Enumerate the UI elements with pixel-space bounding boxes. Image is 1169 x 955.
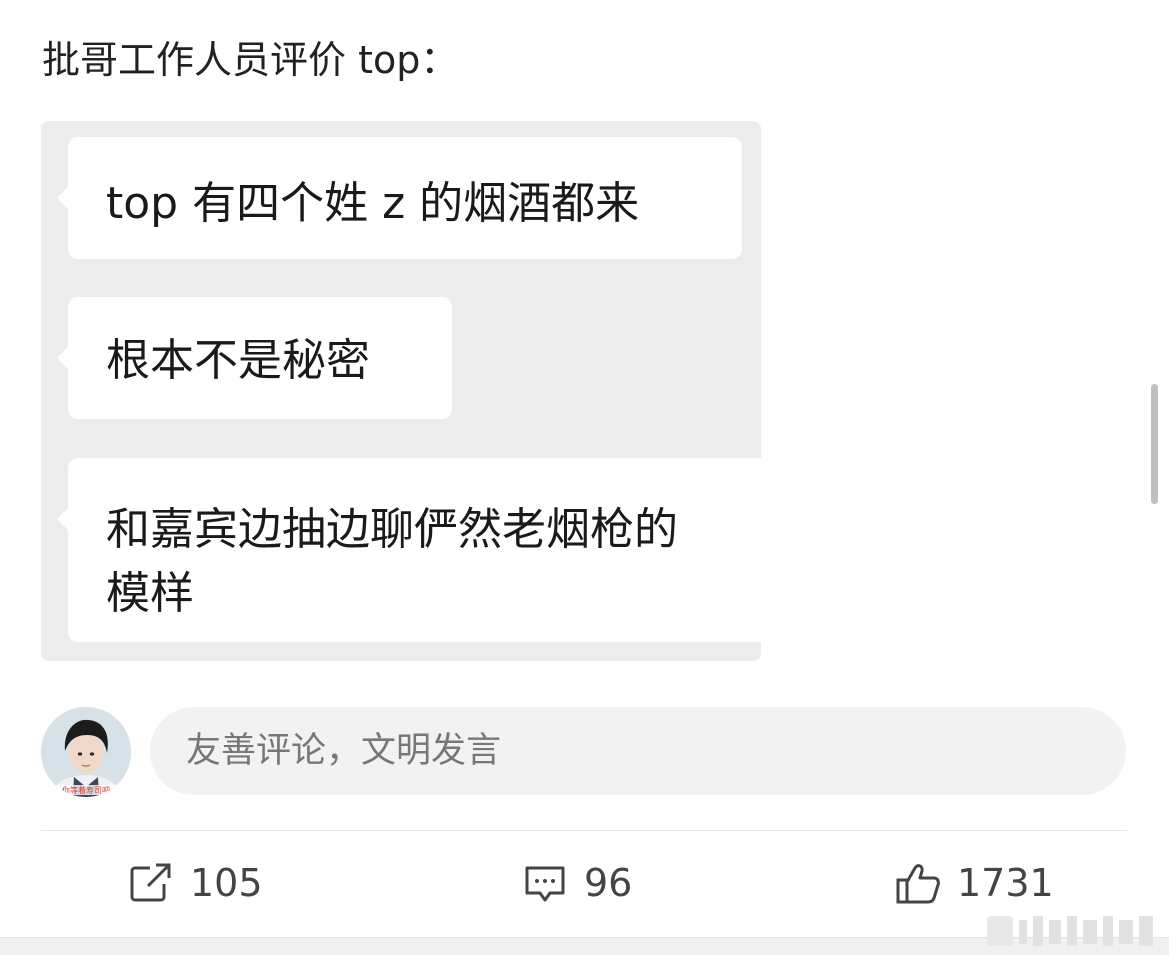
chat-bubble: 和嘉宾边抽边聊俨然老烟枪的 模样 [57,458,761,642]
avatar-caption: 你等着寿司吧 [62,785,110,795]
chat-message-text: top 有四个姓 z 的烟酒都来 [106,178,640,229]
chat-message-line: 和嘉宾边抽边聊俨然老烟枪的 [106,504,678,555]
chat-screenshot-image[interactable]: top 有四个姓 z 的烟酒都来 根本不是秘密 和嘉宾边抽边聊俨然老烟枪的 模样 [41,121,761,661]
comment-icon [522,860,568,906]
chat-bubble: top 有四个姓 z 的烟酒都来 [57,137,742,259]
share-icon [128,860,174,906]
like-count: 1731 [957,861,1054,905]
divider [41,830,1127,831]
chat-message-line: 模样 [106,568,194,619]
avatar-photo: 你等着寿司吧 [41,707,131,797]
chat-message-text: 根本不是秘密 [106,335,370,386]
comment-button[interactable]: 96 [522,858,632,908]
post-title: 批哥工作人员评价 top： [42,38,459,82]
watermark-logo [987,916,1153,946]
post-detail-page: 批哥工作人员评价 top： top 有四个姓 z 的烟酒都来 根本不是秘密 和嘉… [0,0,1169,955]
user-avatar[interactable]: 你等着寿司吧 [41,707,131,797]
repost-button[interactable]: 105 [128,858,263,908]
comment-count: 96 [584,861,633,905]
chat-bubble: 根本不是秘密 [57,297,452,419]
scrollbar-thumb[interactable] [1151,384,1158,504]
comment-input[interactable]: 友善评论，文明发言 [150,707,1126,795]
like-button[interactable]: 1731 [895,858,1054,908]
repost-count: 105 [190,861,263,905]
thumbs-up-icon [895,860,941,906]
